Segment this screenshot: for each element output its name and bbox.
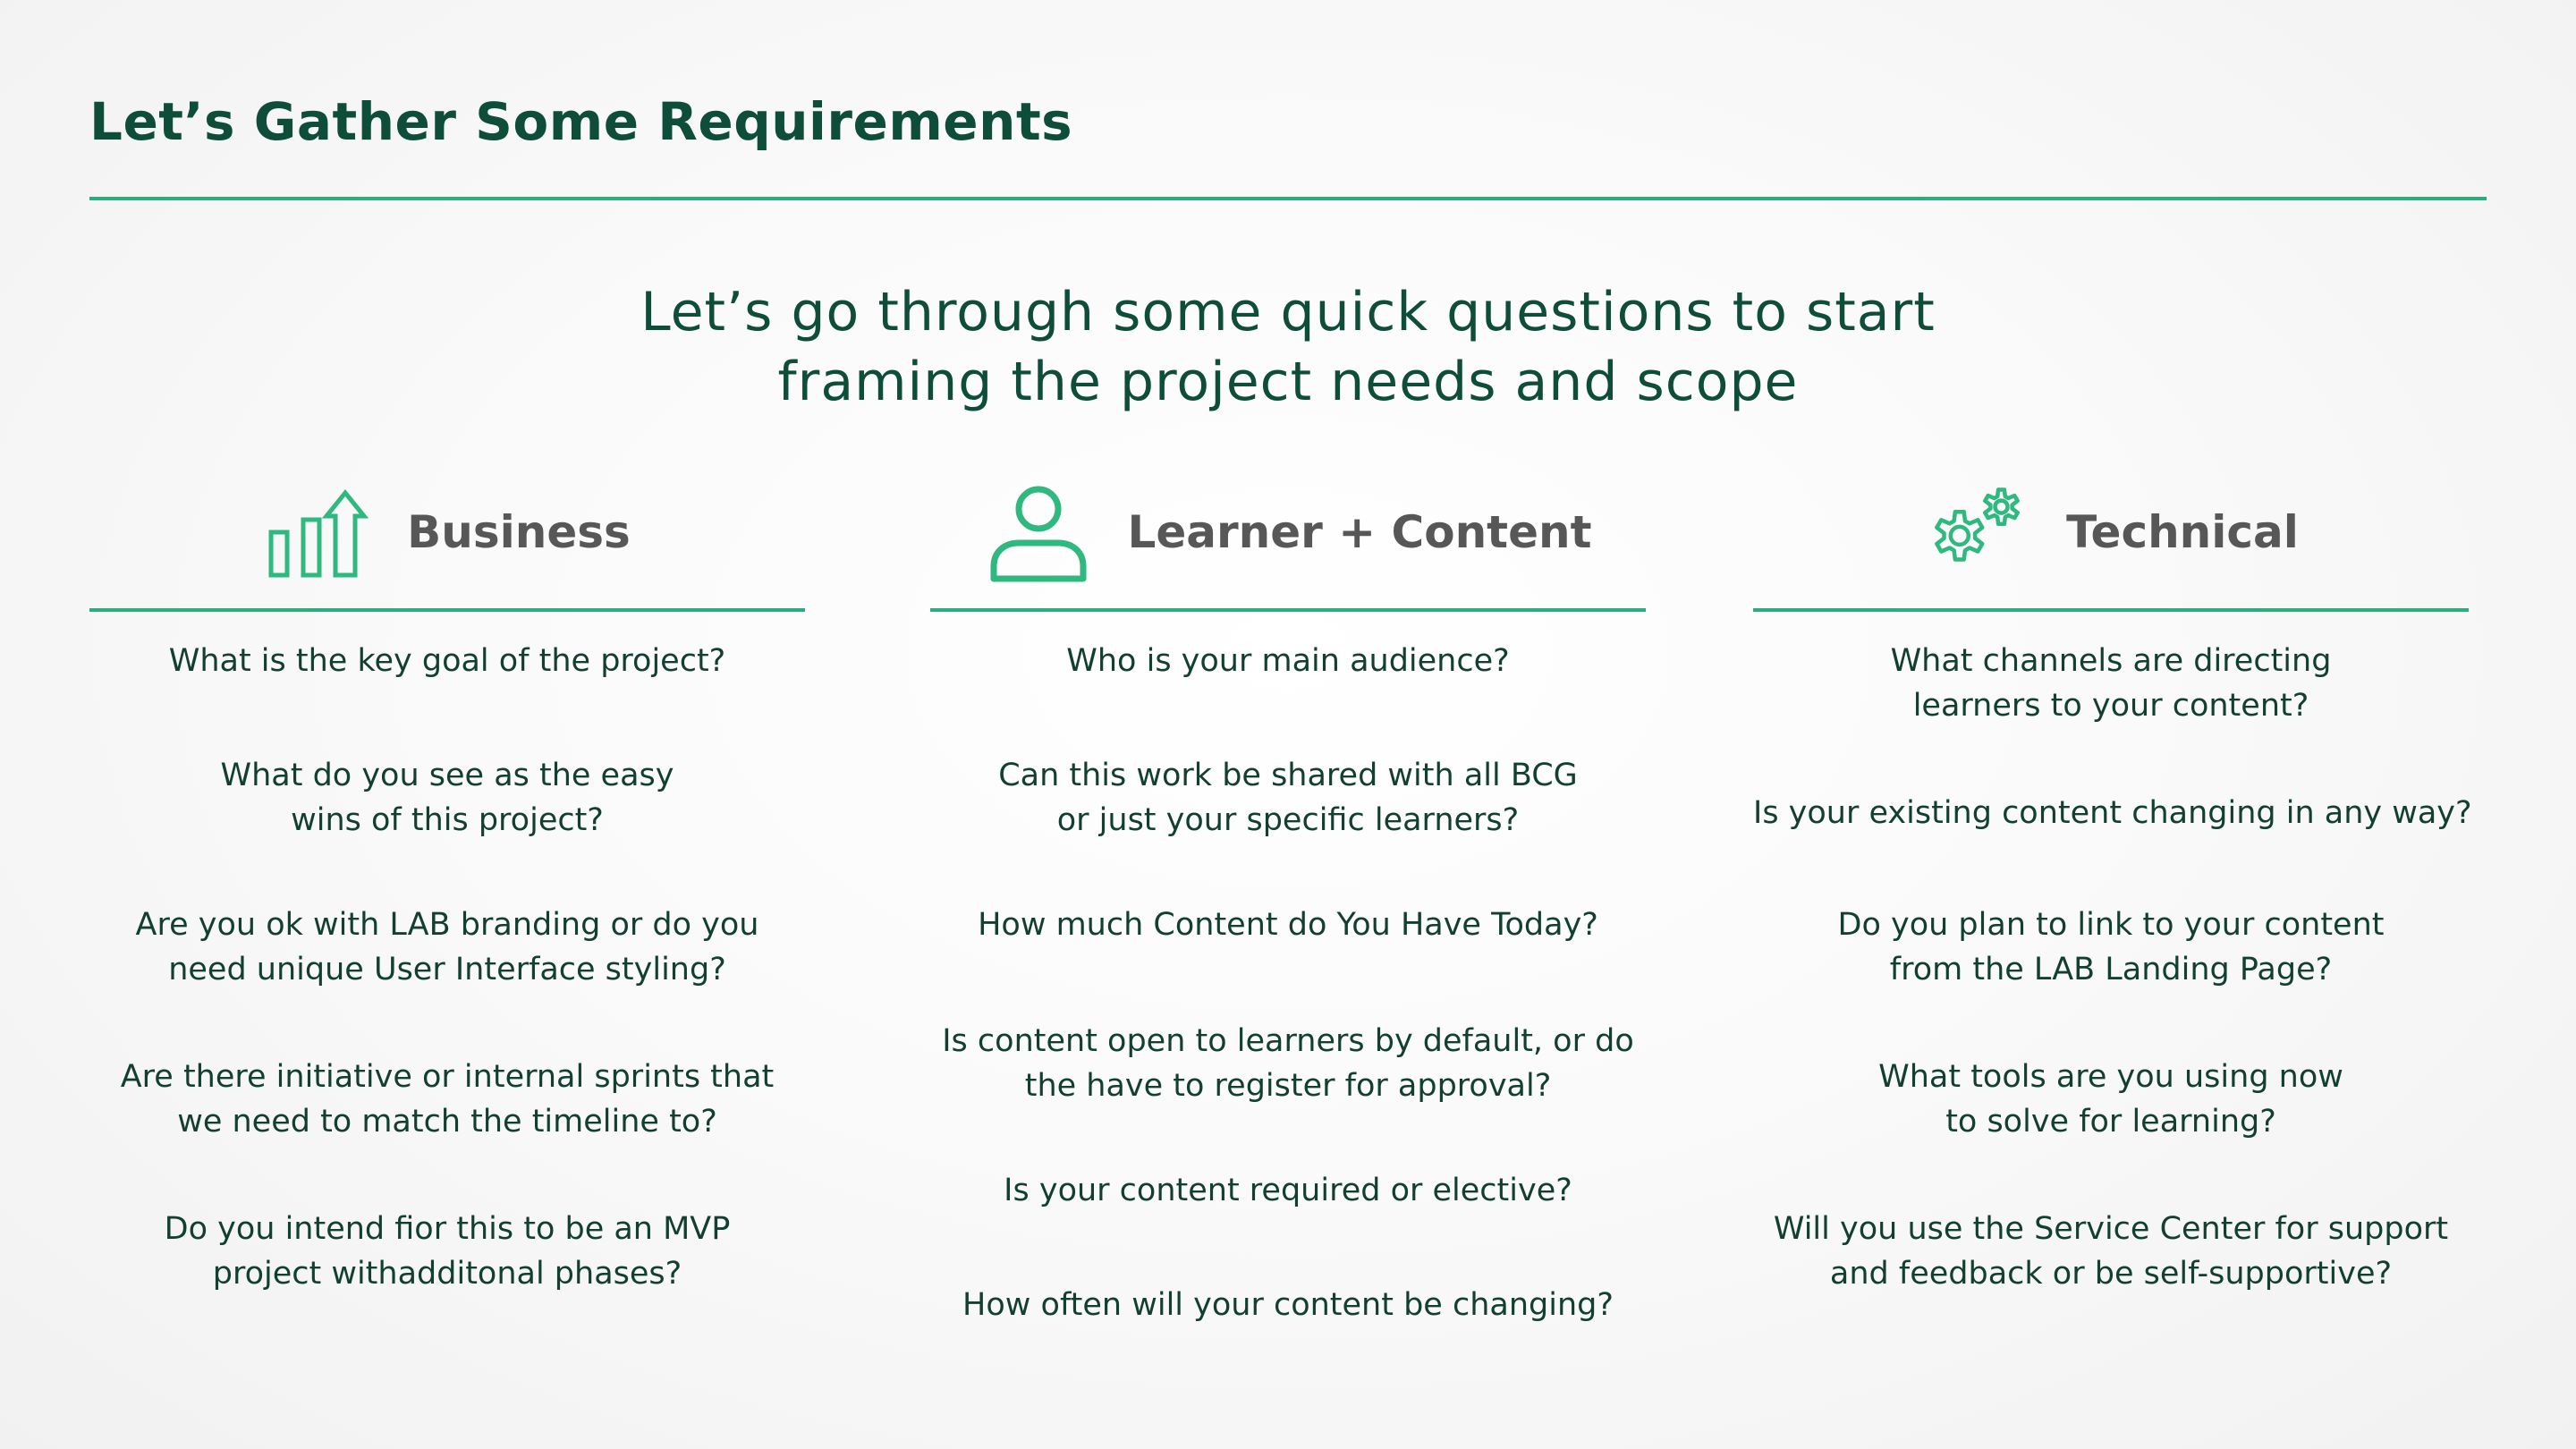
question-line: project withadditonal phases? [212, 1256, 682, 1292]
question-line: and feedback or be self-supportive? [1829, 1256, 2393, 1292]
question-item: Will you use the Service Center for supp… [1753, 1207, 2469, 1296]
column-title: Business [407, 506, 631, 558]
question-item: What channels are directing learners to … [1753, 639, 2469, 728]
question-item: What tools are you using now to solve fo… [1753, 1055, 2469, 1144]
question-line: Will you use the Service Center for supp… [1773, 1211, 2449, 1247]
column-learner-content: Learner + Content Who is your main audie… [930, 474, 1646, 1323]
question-item: What is the key goal of the project? [89, 639, 805, 683]
question-line: Is your existing content changing in any… [1753, 795, 2472, 831]
question-line: learners to your content? [1912, 688, 2309, 724]
question-item: Is content open to learners by default, … [930, 1019, 1646, 1108]
question-line: Is your content required or elective? [1004, 1173, 1572, 1208]
question-line: How much Content do You Have Today? [978, 907, 1598, 943]
question-line: the have to register for approval? [1024, 1068, 1552, 1104]
question-line: Are you ok with LAB branding or do you [135, 907, 759, 943]
question-line: What tools are you using now [1878, 1059, 2343, 1095]
chart-growth-icon [264, 479, 371, 586]
subtitle-line: Let’s go through some quick questions to… [640, 281, 1936, 343]
question-item: How much Content do You Have Today? [930, 902, 1646, 947]
question-item: Is your content required or elective? [930, 1168, 1646, 1213]
question-item: Are you ok with LAB branding or do you n… [89, 902, 805, 992]
question-line: Do you plan to link to your content [1837, 907, 2385, 943]
question-item: Can this work be shared with all BCG or … [930, 753, 1646, 843]
question-item: Do you intend fior this to be an MVP pro… [89, 1207, 805, 1296]
question-line: or just your specific learners? [1056, 802, 1520, 838]
question-line: wins of this project? [291, 802, 604, 838]
column-title: Technical [2066, 506, 2299, 558]
question-item: Do you plan to link to your content from… [1753, 902, 2469, 992]
question-item: Who is your main audience? [930, 639, 1646, 683]
page-title: Let’s Gather Some Requirements [89, 91, 1073, 152]
question-line: from the LAB Landing Page? [1889, 952, 2333, 987]
question-item: Is your existing content changing in any… [1753, 791, 2472, 835]
gears-icon [1923, 479, 2030, 586]
question-item: What do you see as the easy wins of this… [89, 753, 805, 843]
question-line: What is the key goal of the project? [168, 643, 726, 679]
question-line: we need to match the timeline to? [177, 1104, 717, 1140]
question-line: Are there initiative or internal sprints… [120, 1059, 775, 1095]
question-line: Do you intend fior this to be an MVP [164, 1211, 731, 1247]
question-line: Can this work be shared with all BCG [998, 758, 1578, 793]
column-header: Learner + Content [930, 474, 1646, 608]
column-business: Business What is the key goal of the pro… [89, 474, 805, 1292]
question-line: to solve for learning? [1945, 1104, 2276, 1140]
column-header: Business [89, 474, 805, 608]
column-title: Learner + Content [1127, 506, 1592, 558]
question-line: What channels are directing [1890, 643, 2332, 679]
question-line: need unique User Interface styling? [168, 952, 726, 987]
question-item: How often will your content be changing? [930, 1283, 1646, 1327]
title-divider [89, 197, 2487, 200]
question-line: Who is your main audience? [1066, 643, 1510, 679]
question-line: How often will your content be changing? [962, 1287, 1614, 1323]
column-header: Technical [1753, 474, 2469, 608]
page-subtitle: Let’s go through some quick questions to… [0, 277, 2576, 417]
column-technical: Technical What channels are directing le… [1753, 474, 2472, 1292]
column-divider [1753, 608, 2469, 612]
column-divider [89, 608, 805, 612]
question-item: Are there initiative or internal sprints… [89, 1055, 805, 1144]
question-line: Is content open to learners by default, … [942, 1023, 1634, 1059]
user-icon [985, 479, 1092, 586]
question-line: What do you see as the easy [220, 758, 674, 793]
subtitle-line: framing the project needs and scope [777, 351, 1799, 413]
column-divider [930, 608, 1646, 612]
